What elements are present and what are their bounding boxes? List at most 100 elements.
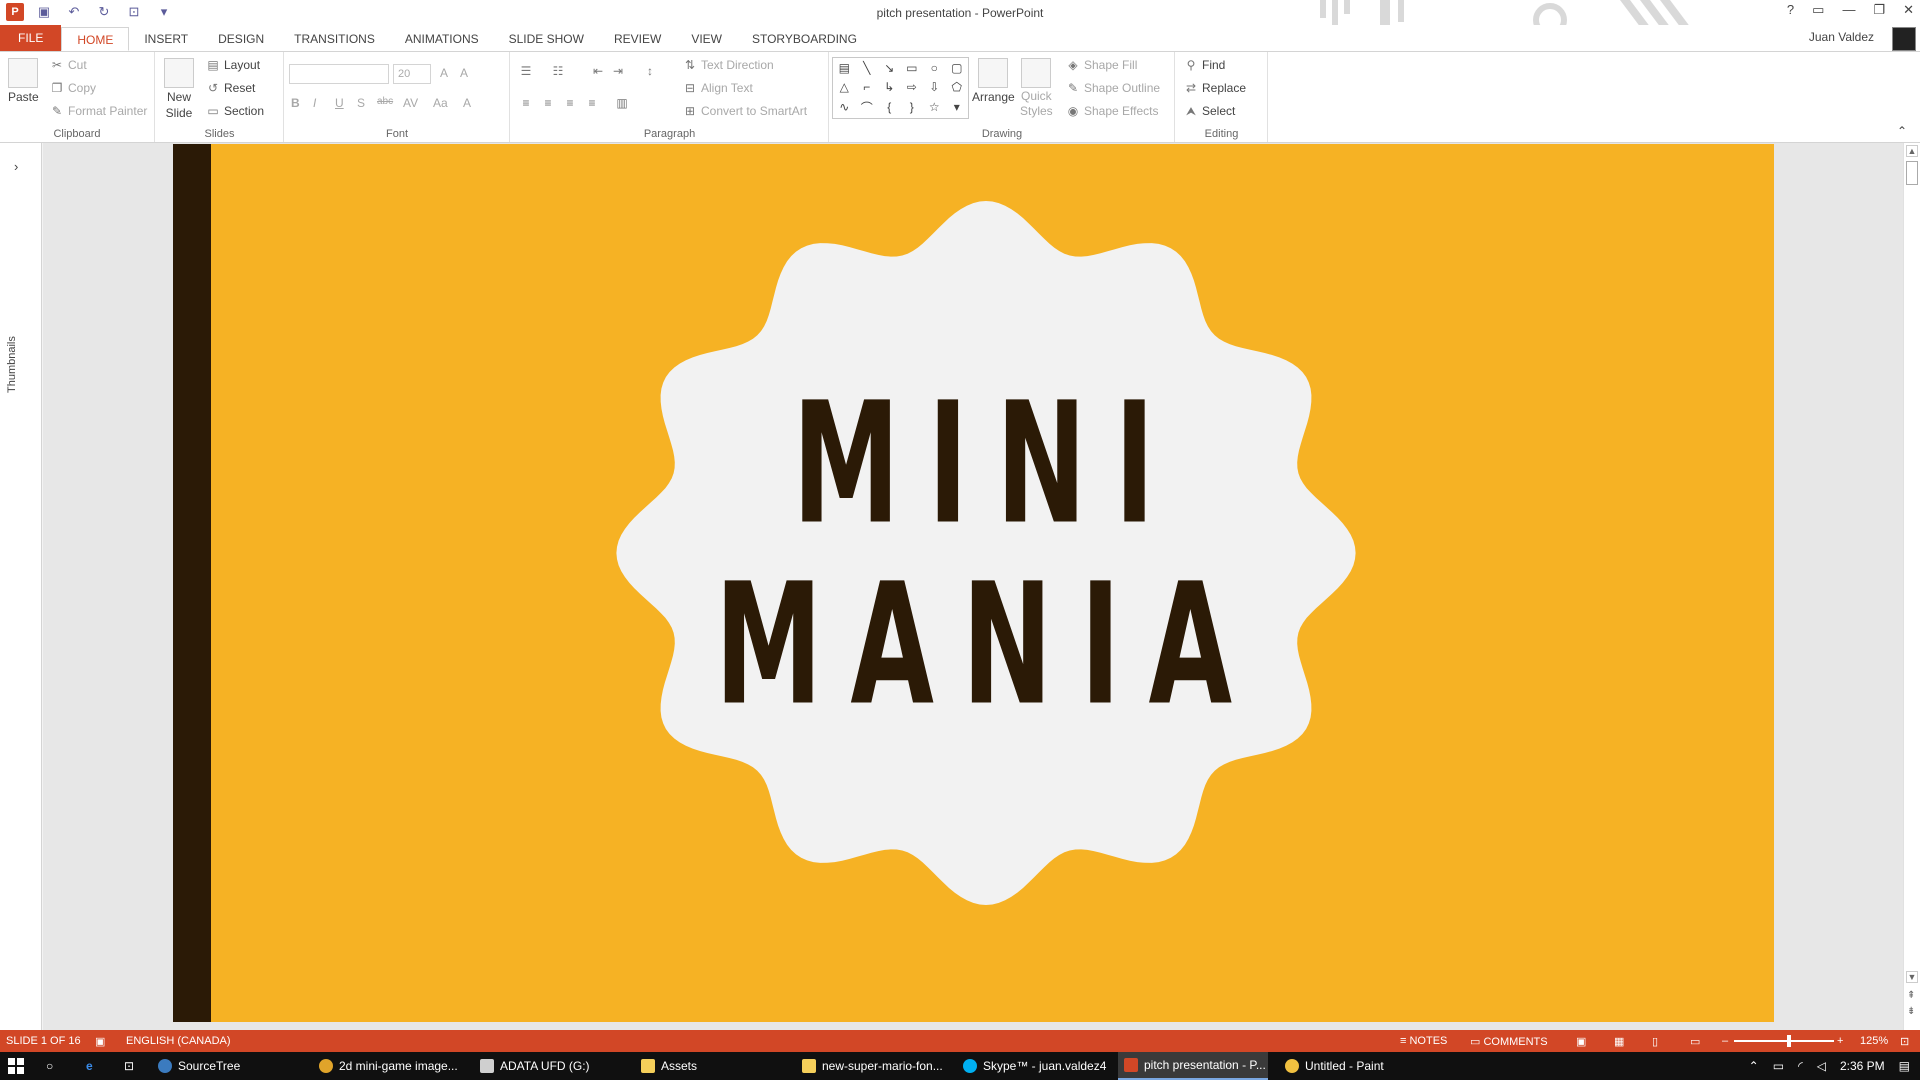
edge-icon[interactable]: e (80, 1052, 108, 1080)
user-name[interactable]: Juan Valdez (1809, 30, 1874, 44)
underline-button[interactable]: U (335, 96, 344, 110)
shape-fill-button[interactable]: ◈ Shape Fill (1066, 58, 1137, 72)
tab-design[interactable]: DESIGN (203, 27, 279, 51)
more-shapes-icon[interactable]: ▾ (954, 100, 960, 114)
star-shape-icon[interactable]: ☆ (929, 100, 940, 114)
zoom-in-icon[interactable]: + (1837, 1035, 1843, 1047)
slide-sorter-icon[interactable]: ▦ (1614, 1035, 1624, 1048)
character-spacing-button[interactable]: AV (403, 96, 418, 110)
slide-canvas[interactable]: MINI MANIA (173, 144, 1774, 1022)
line-spacing-button[interactable]: ↕ (643, 64, 657, 78)
zoom-out-icon[interactable]: – (1722, 1035, 1728, 1047)
shape-outline-button[interactable]: ✎ Shape Outline (1066, 81, 1160, 95)
new-slide-button[interactable]: New Slide (164, 58, 194, 120)
numbering-button[interactable]: ☷ (551, 64, 565, 78)
cortana-icon[interactable]: ○ (40, 1052, 68, 1080)
spelling-icon[interactable]: ▣ (95, 1035, 105, 1048)
notes-button[interactable]: ≡ NOTES (1400, 1035, 1447, 1047)
task-view-icon[interactable]: ⊡ (118, 1052, 146, 1080)
align-right-button[interactable]: ≡ (563, 96, 577, 110)
previous-slide-icon[interactable]: ⇞ (1907, 990, 1915, 1001)
layout-button[interactable]: ▤ Layout (206, 58, 260, 72)
fit-to-window-icon[interactable]: ⊡ (1900, 1035, 1909, 1048)
format-painter-button[interactable]: ✎ Format Painter (50, 104, 147, 118)
grow-font-button[interactable]: A (440, 66, 448, 80)
zoom-slider-thumb[interactable] (1787, 1035, 1791, 1047)
font-name-field[interactable] (289, 64, 389, 84)
right-arrow-shape-icon[interactable]: ⇨ (907, 80, 917, 94)
columns-button[interactable]: ▥ (615, 96, 629, 110)
comments-button[interactable]: ▭ COMMENTS (1470, 1035, 1548, 1048)
close-icon[interactable]: ✕ (1903, 2, 1914, 18)
change-case-button[interactable]: Aa (433, 96, 448, 110)
right-brace-shape-icon[interactable]: } (910, 100, 914, 114)
tab-slide-show[interactable]: SLIDE SHOW (494, 27, 599, 51)
help-icon[interactable]: ? (1787, 2, 1794, 18)
replace-button[interactable]: ⇄ Replace (1184, 81, 1246, 95)
reset-button[interactable]: ↺ Reset (206, 81, 255, 95)
curve-shape-icon[interactable]: ∿ (839, 100, 849, 114)
tab-view[interactable]: VIEW (676, 27, 737, 51)
collapse-ribbon-icon[interactable]: ⌃ (1897, 124, 1907, 138)
slide-title-line-1[interactable]: MINI (173, 368, 1774, 562)
restore-icon[interactable]: ❐ (1873, 2, 1885, 18)
volume-icon[interactable]: ◁ (1817, 1059, 1826, 1073)
wifi-icon[interactable]: ◜ (1798, 1059, 1803, 1073)
scroll-up-icon[interactable]: ▲ (1906, 145, 1918, 157)
elbow-arrow-shape-icon[interactable]: ↳ (884, 80, 894, 94)
taskbar-item-powerpoint[interactable]: pitch presentation - P... (1118, 1052, 1268, 1080)
increase-indent-button[interactable]: ⇥ (611, 64, 625, 78)
font-color-button[interactable]: A (463, 96, 471, 110)
slide-show-icon[interactable]: ▭ (1690, 1035, 1700, 1048)
show-hidden-icons-icon[interactable]: ⌃ (1749, 1059, 1759, 1073)
language-indicator[interactable]: ENGLISH (CANADA) (126, 1035, 231, 1047)
slide-title-line-2[interactable]: MANIA (173, 549, 1774, 743)
align-center-button[interactable]: ≡ (541, 96, 555, 110)
normal-view-icon[interactable]: ▣ (1576, 1035, 1586, 1048)
taskbar-item-assets-folder[interactable]: Assets (635, 1052, 785, 1080)
text-direction-button[interactable]: ⇅ Text Direction (683, 58, 774, 72)
italic-button[interactable]: I (313, 96, 316, 110)
justify-button[interactable]: ≡ (585, 96, 599, 110)
tab-file[interactable]: FILE (0, 25, 62, 51)
battery-icon[interactable]: ▭ (1773, 1059, 1784, 1073)
textbox-shape-icon[interactable]: ▤ (839, 61, 850, 75)
align-text-button[interactable]: ⊟ Align Text (683, 81, 753, 95)
cut-button[interactable]: ✂ Cut (50, 58, 87, 72)
shadow-button[interactable]: S (357, 96, 365, 110)
quick-styles-button[interactable]: Quick Styles (1020, 58, 1053, 118)
vertical-scrollbar[interactable]: ▲ ▼ ⇞ ⇟ (1903, 143, 1920, 1033)
bullets-button[interactable]: ☰ (519, 64, 533, 78)
shapes-gallery[interactable]: ▤ ╲ ↘ ▭ ○ ▢ △ ⌐ ↳ ⇨ ⇩ ⬠ ∿ ⌒ {} ☆ ▾ (832, 57, 969, 119)
taskbar-item-paint[interactable]: Untitled - Paint (1279, 1052, 1429, 1080)
tab-transitions[interactable]: TRANSITIONS (279, 27, 390, 51)
align-left-button[interactable]: ≡ (519, 96, 533, 110)
ribbon-display-options-icon[interactable]: ▭ (1812, 2, 1824, 18)
convert-smartart-button[interactable]: ⊞ Convert to SmartArt (683, 104, 807, 118)
decrease-indent-button[interactable]: ⇤ (591, 64, 605, 78)
taskbar-item-skype[interactable]: Skype™ - juan.valdez47 (957, 1052, 1107, 1080)
taskbar-item-chrome[interactable]: 2d mini-game image... (313, 1052, 463, 1080)
oval-shape-icon[interactable]: ○ (931, 61, 938, 75)
left-brace-shape-icon[interactable]: { (887, 100, 891, 114)
strikethrough-button[interactable]: abc (377, 96, 393, 107)
section-button[interactable]: ▭ Section (206, 104, 264, 118)
copy-button[interactable]: ❐ Copy (50, 81, 96, 95)
windows-start-icon[interactable] (8, 1058, 24, 1074)
arrange-button[interactable]: Arrange (972, 58, 1015, 104)
zoom-slider[interactable] (1734, 1040, 1834, 1042)
arrow-line-shape-icon[interactable]: ↘ (884, 61, 894, 75)
tab-review[interactable]: REVIEW (599, 27, 676, 51)
pentagon-shape-icon[interactable]: ⬠ (952, 80, 962, 94)
paste-button[interactable]: Paste (8, 58, 39, 104)
avatar[interactable] (1892, 27, 1916, 51)
taskbar-item-sourcetree[interactable]: SourceTree (152, 1052, 302, 1080)
expand-thumbnails-icon[interactable]: › (14, 159, 18, 174)
arc-shape-icon[interactable]: ⌒ (861, 99, 873, 116)
down-arrow-shape-icon[interactable]: ⇩ (929, 80, 939, 94)
rectangle-shape-icon[interactable]: ▭ (906, 61, 917, 75)
zoom-level[interactable]: 125% (1860, 1035, 1888, 1047)
reading-view-icon[interactable]: ▯ (1652, 1035, 1658, 1048)
tab-animations[interactable]: ANIMATIONS (390, 27, 494, 51)
action-center-icon[interactable]: ▤ (1899, 1059, 1910, 1073)
